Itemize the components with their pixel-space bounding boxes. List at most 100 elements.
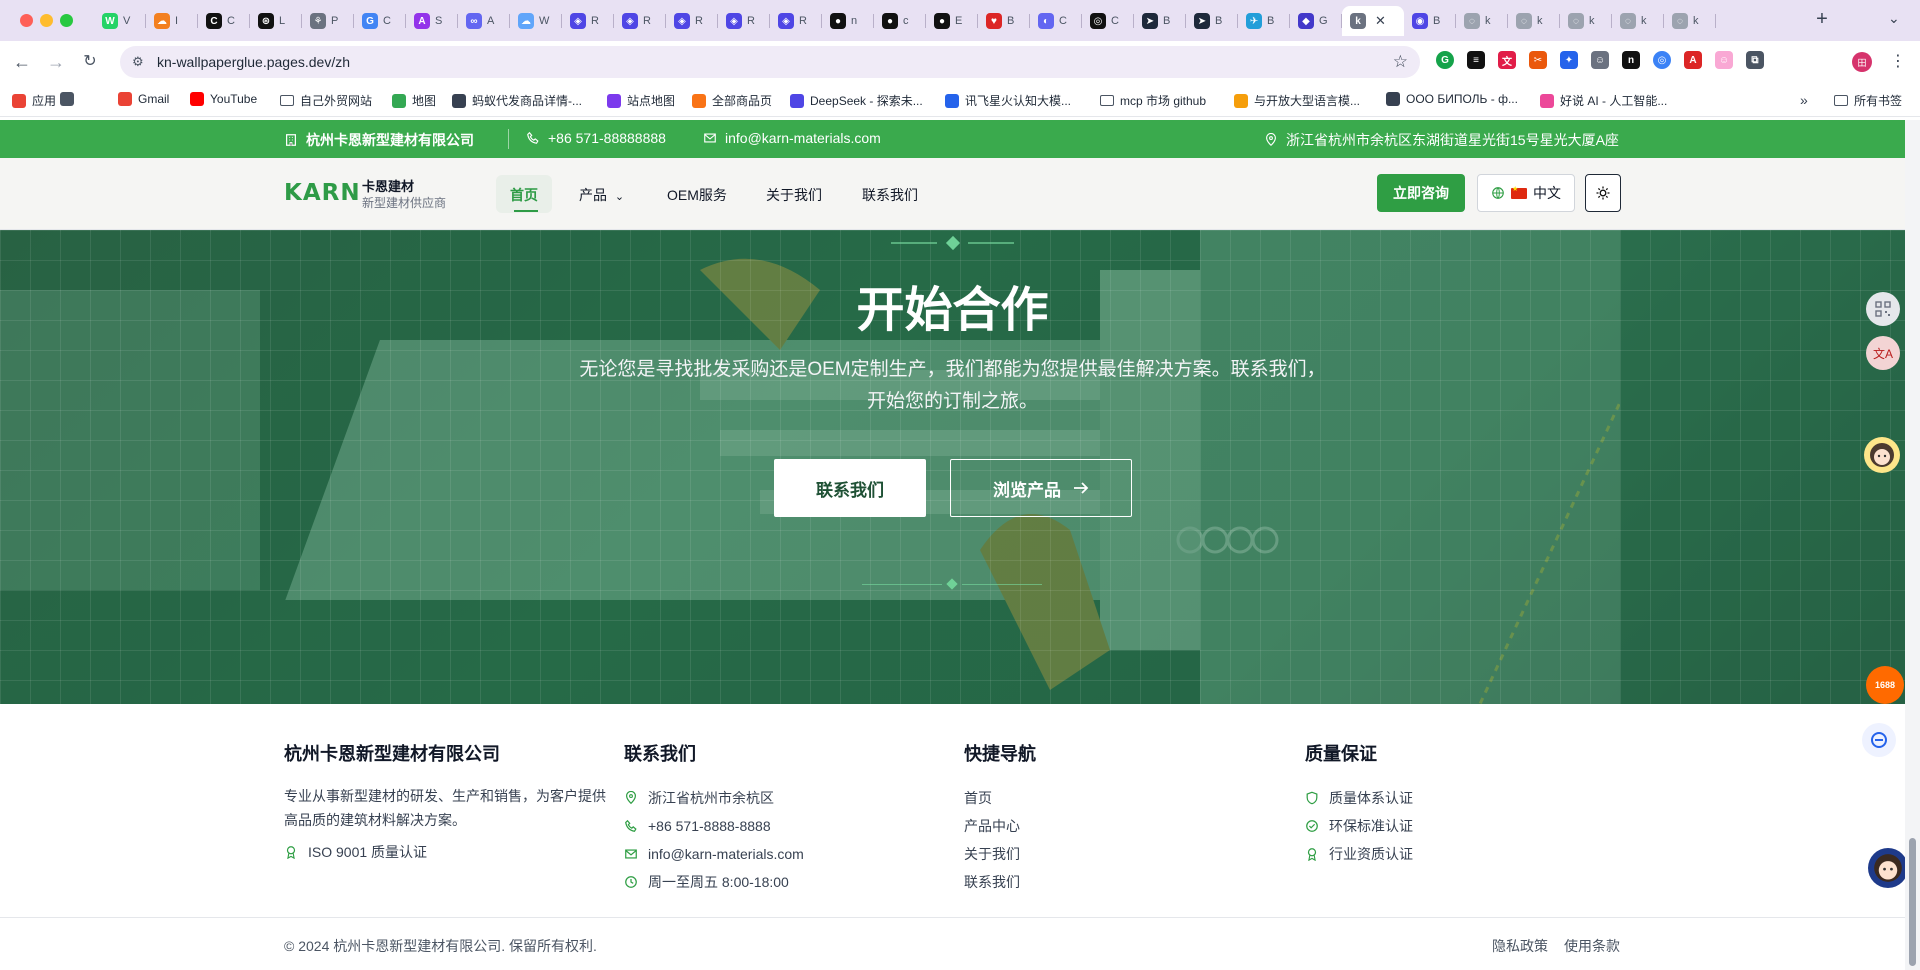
bookmark-item[interactable]: 好说 AI - 人工智能... — [1540, 92, 1667, 109]
site-info-icon[interactable]: ⚙ — [132, 54, 148, 70]
browser-tab[interactable]: ◌ k — [1456, 6, 1508, 36]
active-browser-tab[interactable]: k ✕ — [1342, 6, 1404, 36]
n-extension-icon[interactable]: n — [1622, 51, 1640, 69]
browser-tab[interactable]: ☁ I — [146, 6, 198, 36]
nav-item-home[interactable]: 首页 — [510, 185, 538, 205]
new-tab-button[interactable]: + — [1810, 8, 1834, 31]
bookmark-item[interactable]: 地图 — [392, 92, 436, 109]
alibaba-1688-widget[interactable]: 1688 — [1866, 666, 1904, 704]
nav-item-oem[interactable]: OEM服务 — [667, 185, 727, 205]
browser-tab[interactable]: ✈ B — [1238, 6, 1290, 36]
browser-tab[interactable]: CC — [198, 6, 250, 36]
karn-logo[interactable]: KARN — [284, 180, 361, 206]
footer-link-about[interactable]: 关于我们 — [964, 840, 1036, 868]
bookmark-item[interactable]: DeepSeek - 探索未... — [790, 92, 923, 109]
robot-extension-icon[interactable]: ☺ — [1591, 51, 1609, 69]
clip-extension-icon[interactable]: ✂ — [1529, 51, 1547, 69]
browser-tab[interactable]: GC — [354, 6, 406, 36]
bookmark-item[interactable]: 与开放大型语言模... — [1234, 92, 1360, 109]
language-switcher[interactable]: 中文 — [1477, 174, 1575, 212]
reload-icon[interactable]: ↻ — [78, 50, 102, 74]
browser-tab[interactable]: ♥ B — [978, 6, 1030, 36]
browser-tab[interactable]: ⊛ L — [250, 6, 302, 36]
bookmark-item[interactable]: 全部商品页 — [692, 92, 772, 109]
browser-tab[interactable]: ◉ B — [1404, 6, 1456, 36]
browser-tab[interactable]: ◐ C — [1030, 6, 1082, 36]
browser-tab[interactable]: ● n — [822, 6, 874, 36]
browser-tab[interactable]: ➤ B — [1186, 6, 1238, 36]
tab-search-chevron-icon[interactable]: ⌄ — [1888, 10, 1900, 27]
nav-item-products[interactable]: 产品 ⌄ — [579, 185, 624, 205]
assistant-avatar-widget[interactable] — [1864, 437, 1900, 473]
buffer-extension-icon[interactable]: ≡ — [1467, 51, 1485, 69]
browser-tab[interactable]: ◈ R — [614, 6, 666, 36]
bookmark-item[interactable]: 站点地图 — [607, 92, 675, 109]
support-avatar-widget[interactable] — [1868, 848, 1908, 888]
browse-products-button[interactable]: 浏览产品 — [950, 459, 1132, 517]
bookmark-item[interactable]: Gmail — [118, 92, 169, 106]
footer-link-contact[interactable]: 联系我们 — [964, 868, 1036, 896]
back-arrow-icon[interactable]: ← — [10, 50, 34, 74]
ai-extension-icon[interactable]: ✦ — [1560, 51, 1578, 69]
bookmark-item[interactable]: 应用 — [12, 92, 56, 109]
bookmark-item[interactable]: 讯飞星火认知大模... — [945, 92, 1071, 109]
browser-tab[interactable]: ● E — [926, 6, 978, 36]
nav-item-contact[interactable]: 联系我们 — [862, 185, 918, 205]
browser-tab[interactable]: ● c — [874, 6, 926, 36]
grammarly-extension-icon[interactable]: G — [1436, 51, 1454, 69]
footer-link-home[interactable]: 首页 — [964, 784, 1036, 812]
extensions-puzzle-icon[interactable]: ⧉ — [1746, 51, 1764, 69]
all-bookmarks-button[interactable]: 所有书签 — [1834, 92, 1902, 109]
bookmark-item[interactable]: mcp 市场 github — [1100, 92, 1206, 109]
nav-item-about[interactable]: 关于我们 — [766, 185, 822, 205]
pdf-extension-icon[interactable]: A — [1684, 51, 1702, 69]
theme-toggle-button[interactable] — [1585, 174, 1621, 212]
browser-tab[interactable]: ⚘ P — [302, 6, 354, 36]
email-info[interactable]: info@karn-materials.com — [703, 130, 881, 146]
bookmark-star-icon[interactable]: ☆ — [1393, 52, 1408, 72]
close-tab-icon[interactable]: ✕ — [1375, 13, 1386, 29]
bookmark-item[interactable]: 蚂蚁代发商品详情-... — [452, 92, 582, 109]
url-text[interactable]: kn-wallpaperglue.pages.dev/zh — [157, 54, 350, 70]
close-window-button[interactable] — [20, 14, 33, 27]
bookmark-item[interactable] — [60, 92, 74, 106]
qr-code-widget[interactable] — [1866, 292, 1900, 326]
more-bookmarks-icon[interactable]: » — [1800, 92, 1808, 108]
browser-tab[interactable]: ➤ B — [1134, 6, 1186, 36]
scrollbar-thumb[interactable] — [1909, 838, 1916, 966]
translate-extension-icon[interactable]: 文 — [1498, 51, 1516, 69]
browser-tab[interactable]: ☁ W — [510, 6, 562, 36]
compass-extension-icon[interactable]: ◎ — [1653, 51, 1671, 69]
bookmark-item[interactable]: YouTube — [190, 92, 257, 106]
terms-of-use-link[interactable]: 使用条款 — [1564, 936, 1620, 956]
contact-us-button[interactable]: 联系我们 — [774, 459, 926, 517]
browser-tab[interactable]: ◌ k — [1560, 6, 1612, 36]
browser-menu-icon[interactable]: ⋮ — [1890, 51, 1906, 71]
minimize-window-button[interactable] — [40, 14, 53, 27]
privacy-policy-link[interactable]: 隐私政策 — [1492, 936, 1548, 956]
browser-tab[interactable]: WV — [94, 6, 146, 36]
browser-tab[interactable]: ◈ R — [718, 6, 770, 36]
phone-info[interactable]: +86 571-88888888 — [526, 130, 666, 146]
translate-widget[interactable]: 文A — [1866, 336, 1900, 370]
footer-phone[interactable]: +86 571-8888-8888 — [624, 812, 804, 840]
browser-tab[interactable]: ◌ k — [1508, 6, 1560, 36]
browser-tab[interactable]: ◎ C — [1082, 6, 1134, 36]
browser-tab[interactable]: ◈ R — [666, 6, 718, 36]
browser-tab[interactable]: ◌ k — [1612, 6, 1664, 36]
consult-now-button[interactable]: 立即咨询 — [1377, 174, 1465, 212]
address-bar[interactable]: ⚙ kn-wallpaperglue.pages.dev/zh ☆ — [120, 46, 1420, 78]
footer-email[interactable]: info@karn-materials.com — [624, 840, 804, 868]
maximize-window-button[interactable] — [60, 14, 73, 27]
browser-tab[interactable]: AS — [406, 6, 458, 36]
browser-tab[interactable]: ◌ k — [1664, 6, 1716, 36]
profile-avatar[interactable]: 田 — [1852, 52, 1872, 72]
browser-tab[interactable]: ◈ R — [770, 6, 822, 36]
chat-bubble-widget[interactable] — [1862, 723, 1896, 757]
browser-tab[interactable]: ◈ R — [562, 6, 614, 36]
footer-link-products[interactable]: 产品中心 — [964, 812, 1036, 840]
avatar-extension-icon[interactable]: ☺ — [1715, 51, 1733, 69]
bookmark-item[interactable]: 自己外贸网站 — [280, 92, 372, 109]
browser-tab[interactable]: ∞ A — [458, 6, 510, 36]
forward-arrow-icon[interactable]: → — [44, 50, 68, 74]
